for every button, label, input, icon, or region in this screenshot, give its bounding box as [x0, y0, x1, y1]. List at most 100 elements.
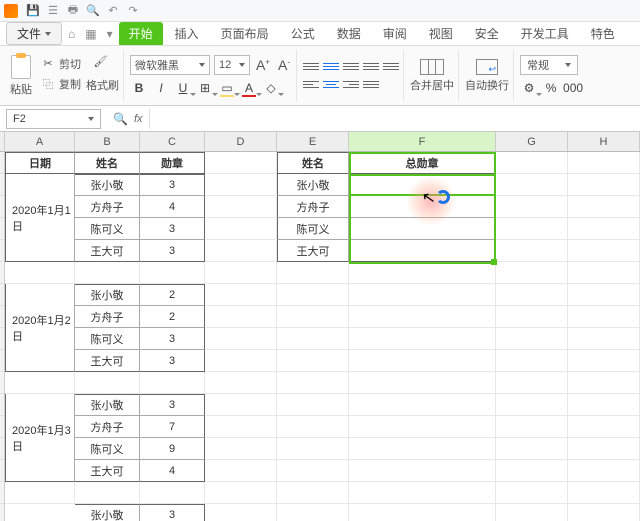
cell[interactable]: 3: [140, 504, 205, 521]
cell[interactable]: [5, 482, 75, 504]
indent-dec-button[interactable]: [363, 60, 379, 74]
cell[interactable]: [496, 306, 568, 328]
cell[interactable]: [75, 372, 140, 394]
justify-button[interactable]: [363, 78, 379, 92]
tab-insert[interactable]: 插入: [165, 22, 209, 45]
cell[interactable]: [496, 218, 568, 240]
cell[interactable]: 2: [140, 284, 205, 306]
undo-icon[interactable]: ↶: [106, 4, 120, 18]
comma-button[interactable]: 000: [564, 79, 582, 97]
redo-icon[interactable]: ↷: [126, 4, 140, 18]
tab-special[interactable]: 特色: [581, 22, 625, 45]
cell[interactable]: [568, 394, 640, 416]
cell[interactable]: [277, 284, 349, 306]
row-header[interactable]: [0, 152, 4, 174]
col-header[interactable]: B: [75, 132, 140, 151]
cell[interactable]: [205, 394, 277, 416]
tab-layout[interactable]: 页面布局: [211, 22, 279, 45]
indent-inc-button[interactable]: [383, 60, 399, 74]
row-header[interactable]: [0, 394, 4, 416]
cell[interactable]: [205, 284, 277, 306]
cell[interactable]: 张小敬: [75, 284, 140, 306]
cell[interactable]: 陈可义: [75, 328, 140, 350]
cell[interactable]: [496, 284, 568, 306]
row-header[interactable]: [0, 240, 4, 262]
cell[interactable]: [205, 174, 277, 196]
row-header[interactable]: [0, 174, 4, 196]
cell[interactable]: [496, 196, 568, 218]
cell[interactable]: [205, 372, 277, 394]
cell[interactable]: [496, 152, 568, 174]
cell[interactable]: [349, 218, 496, 240]
cell[interactable]: [496, 394, 568, 416]
cell[interactable]: [568, 306, 640, 328]
cell[interactable]: 方舟子: [277, 196, 349, 218]
tab-view[interactable]: 视图: [419, 22, 463, 45]
qa-icon[interactable]: ☰: [46, 4, 60, 18]
clear-format-button[interactable]: ◇: [262, 79, 280, 97]
align-center-button[interactable]: [323, 78, 339, 92]
tab-formula[interactable]: 公式: [281, 22, 325, 45]
cell[interactable]: 陈可义: [75, 438, 140, 460]
cell[interactable]: [205, 416, 277, 438]
cell[interactable]: [568, 284, 640, 306]
row-header[interactable]: [0, 438, 4, 460]
cell[interactable]: 日期: [5, 152, 75, 174]
italic-button[interactable]: I: [152, 79, 170, 97]
row-header[interactable]: [0, 350, 4, 372]
cell[interactable]: [349, 438, 496, 460]
cell[interactable]: 王大可: [75, 460, 140, 482]
font-name-select[interactable]: 微软雅黑: [130, 55, 210, 75]
col-header[interactable]: D: [205, 132, 277, 151]
cell[interactable]: [205, 306, 277, 328]
spreadsheet-grid[interactable]: A B C D E F G H 日期姓名勋章姓名总勋章张小敬3张小敬方舟子4方舟…: [5, 132, 640, 521]
cell[interactable]: [349, 482, 496, 504]
cell[interactable]: [75, 482, 140, 504]
cell[interactable]: [349, 460, 496, 482]
tab-data[interactable]: 数据: [327, 22, 371, 45]
border-button[interactable]: ⊞: [196, 79, 214, 97]
row-header[interactable]: [0, 196, 4, 218]
align-top-button[interactable]: [303, 60, 319, 74]
cell[interactable]: 7: [140, 416, 205, 438]
copy-button[interactable]: ⿻ 复制: [38, 75, 84, 93]
cell[interactable]: [496, 504, 568, 521]
cell[interactable]: 张小敬: [75, 394, 140, 416]
cell[interactable]: [496, 174, 568, 196]
row-header[interactable]: [0, 482, 4, 504]
preview-icon[interactable]: 🔍: [86, 4, 100, 18]
cell[interactable]: [277, 394, 349, 416]
cell[interactable]: [349, 350, 496, 372]
font-color-button[interactable]: A: [240, 79, 258, 97]
cell[interactable]: [568, 350, 640, 372]
cell[interactable]: [496, 328, 568, 350]
merged-date-cell[interactable]: 2020年1月2日: [5, 284, 75, 372]
tab-icon[interactable]: ▾: [103, 27, 117, 41]
cell[interactable]: [568, 504, 640, 521]
cell[interactable]: 姓名: [75, 152, 140, 174]
cell[interactable]: [205, 438, 277, 460]
cell[interactable]: 张小敬: [75, 174, 140, 196]
number-format-select[interactable]: 常规: [520, 55, 578, 75]
cell[interactable]: 陈可义: [277, 218, 349, 240]
cell[interactable]: [496, 482, 568, 504]
cell[interactable]: 姓名: [277, 152, 349, 174]
tab-icon[interactable]: ▦: [81, 27, 100, 41]
cell[interactable]: [5, 262, 75, 284]
cell[interactable]: [277, 350, 349, 372]
name-box[interactable]: F2: [6, 109, 101, 129]
font-size-select[interactable]: 12: [214, 55, 250, 75]
cell[interactable]: [568, 328, 640, 350]
tab-start[interactable]: 开始: [119, 22, 163, 45]
cell[interactable]: 王大可: [75, 240, 140, 262]
row-header[interactable]: [0, 262, 4, 284]
zoom-icon[interactable]: 🔍: [113, 112, 128, 126]
cell[interactable]: [496, 372, 568, 394]
cell[interactable]: 4: [140, 460, 205, 482]
col-header[interactable]: H: [568, 132, 640, 151]
cell[interactable]: [496, 438, 568, 460]
cell[interactable]: [205, 218, 277, 240]
cell[interactable]: [205, 152, 277, 174]
row-header[interactable]: [0, 306, 4, 328]
cell[interactable]: [349, 394, 496, 416]
